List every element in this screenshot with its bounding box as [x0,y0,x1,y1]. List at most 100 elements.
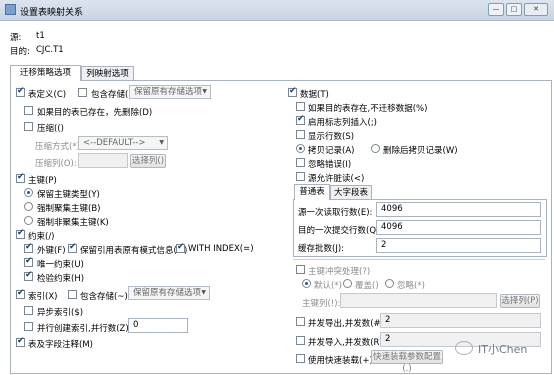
window-title: 设置表映射关系 [20,8,84,18]
batch-input[interactable]: 2 [376,238,541,253]
drop-if-exists-label: 如果目的表已存在，先删除(D) [37,108,153,118]
async-index-label: 异步索引($) [37,308,84,318]
check-checkbox[interactable] [24,270,33,281]
pk-force-clustered-radio[interactable] [24,202,33,211]
with-index-checkbox[interactable] [176,242,185,253]
copy-records-label: 拷贝记录(A) [308,146,355,156]
parallel-export-input[interactable]: 2 [380,313,541,328]
no-migrate-if-exists-checkbox[interactable] [296,102,305,111]
maximize-button[interactable]: □ [506,3,522,16]
title-bar [0,0,554,21]
read-rows-input[interactable]: 4096 [376,202,541,217]
delete-then-copy-radio[interactable] [371,144,380,153]
comments-checkbox[interactable] [16,336,25,347]
compress-cols-input[interactable] [78,153,128,168]
target-label: 目的: [10,47,30,57]
pk-conflict-label: 主键冲突处理(?) [308,267,371,277]
chevron-down-icon: ▼ [202,88,207,95]
compress-select-cols-button[interactable]: 选择列() [130,154,166,168]
no-migrate-if-exists-label: 如果目的表存在,不迁移数据(%) [308,104,428,114]
pk-keep-type-radio[interactable] [24,188,33,197]
index-include-storage-checkbox[interactable] [68,290,77,299]
compress-mode-value: <--DEFAULT--> [83,138,146,148]
index-checkbox[interactable] [16,288,25,299]
keep-storage-select[interactable]: 保留原有存储选项 ▼ [129,85,211,99]
parallel-export-checkbox[interactable] [296,317,305,326]
pk-conflict-checkbox[interactable] [296,265,305,274]
unique-label: 唯一约束(U) [37,260,84,270]
pk-select-cols-button[interactable]: 选择列(P) [500,294,540,308]
parallel-index-checkbox[interactable] [24,322,33,331]
source-label: 源: [10,33,22,43]
copy-records-radio[interactable] [296,144,305,153]
delete-then-copy-label: 删除后拷贝记录(W) [383,146,458,156]
include-storage-checkbox[interactable] [78,88,87,97]
enable-identity-insert-label: 启用标志列插入(;) [308,118,377,128]
table-def-checkbox[interactable] [16,86,25,97]
primary-key-checkbox[interactable] [16,172,25,183]
target-value: CJC.T1 [36,45,64,55]
read-rows-label: 源一次读取行数(E): [298,208,373,218]
enable-identity-insert-checkbox[interactable] [296,114,305,125]
chevron-down-icon: ▼ [159,139,164,146]
compress-cols-label: 压缩列(O): [35,159,77,169]
keep-ref-info-label: 保留引用表原有模式信息(>) [80,246,188,256]
data-checkbox[interactable] [288,86,297,97]
parallel-import-checkbox[interactable] [296,336,305,345]
separator [293,259,545,260]
async-index-checkbox[interactable] [24,306,33,315]
ignore-errors-label: 忽略错误(I) [308,160,352,170]
unique-checkbox[interactable] [24,256,33,267]
minimize-button[interactable]: — [488,3,504,16]
pk-ignore-radio[interactable] [385,279,394,288]
pk-force-nonclustered-label: 强制非聚集主键(K) [37,218,109,228]
allow-dirty-read-checkbox[interactable] [296,172,305,181]
pk-default-label: 默认(*) [314,281,342,291]
close-button[interactable]: ✕ [524,3,548,16]
pk-cols-label: 主键列(!): [302,299,341,309]
pk-force-nonclustered-radio[interactable] [24,216,33,225]
pk-keep-type-label: 保留主键类型(Y) [37,190,100,200]
pk-overwrite-radio[interactable] [343,279,352,288]
parallel-export-label: 并发导出,并发数(#): [308,319,387,329]
parallel-index-input[interactable]: 0 [128,318,188,333]
pk-overwrite-label: 覆盖() [355,281,379,291]
parallel-import-label: 并发导入,并发数(R): [308,338,386,348]
pk-default-radio[interactable] [302,279,311,288]
source-value: t1 [36,31,45,41]
data-label: 数据(T) [300,90,329,100]
fast-load-label: 使用快速装载(+) [308,356,373,366]
keep-storage-value: 保留原有存储选项 [134,87,203,97]
commit-rows-input[interactable]: 4096 [376,220,541,235]
tab-lob-table[interactable]: 大字段表 [330,185,372,200]
tab-normal-table[interactable]: 普通表 [294,184,330,200]
ignore-errors-checkbox[interactable] [296,158,305,167]
pk-force-clustered-label: 强制聚集主键(B) [37,204,101,214]
index-include-storage-label: 包含存储(~) [80,292,128,302]
app-icon [5,4,16,15]
fast-load-config-button[interactable]: 快速装载参数配置(.) [371,350,443,374]
constraints-checkbox[interactable] [16,228,25,239]
compress-mode-label: 压缩方式(*): [35,142,83,152]
primary-key-label: 主键(P) [28,176,57,186]
compress-label: 压缩(() [37,124,64,134]
constraints-label: 约束(/) [28,232,55,242]
commit-rows-label: 目的一次提交行数(Q): [298,226,383,236]
index-keep-storage-select[interactable]: 保留原有存储选项 ▼ [128,286,210,300]
pk-cols-input[interactable] [340,293,497,308]
tab-column-mapping[interactable]: 列映射选项 [81,66,134,81]
compress-mode-select[interactable]: <--DEFAULT--> ▼ [78,136,168,150]
drop-if-exists-checkbox[interactable] [24,106,33,115]
fast-load-checkbox[interactable] [296,354,305,363]
wechat-icon [455,341,473,355]
fk-checkbox[interactable] [24,242,33,253]
allow-dirty-read-label: 源允许脏读(<) [308,174,365,184]
show-row-count-label: 显示行数(S) [308,132,355,142]
with-index-label: WITH INDEX(=) [188,244,254,254]
fk-label: 外键(F) [37,246,66,256]
tab-migration-strategy[interactable]: 迁移策略选项 [10,65,81,81]
chevron-down-icon: ▼ [201,289,206,296]
keep-ref-info-checkbox[interactable] [68,242,77,253]
show-row-count-checkbox[interactable] [296,130,305,139]
compress-checkbox[interactable] [24,122,33,131]
